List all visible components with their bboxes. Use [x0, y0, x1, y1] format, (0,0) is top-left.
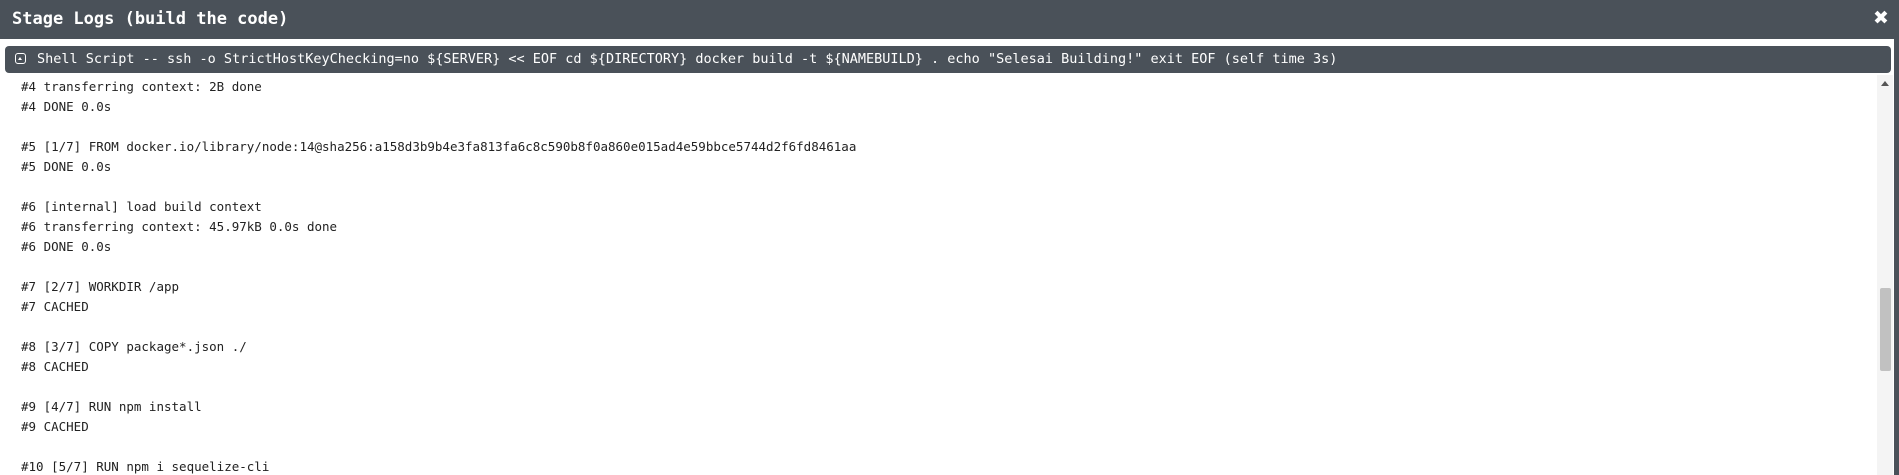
log-line: #9 [4/7] RUN npm install [21, 399, 202, 414]
collapse-icon[interactable] [15, 53, 26, 64]
log-line: #7 CACHED [21, 299, 89, 314]
scrollbar-thumb[interactable] [1880, 288, 1891, 371]
log-line: #6 DONE 0.0s [21, 239, 112, 254]
log-output: #4 transferring context: 2B done #4 DONE… [0, 75, 1880, 475]
close-icon[interactable]: ✖ [1871, 6, 1891, 30]
step-header[interactable]: Shell Script -- ssh -o StrictHostKeyChec… [5, 46, 1891, 73]
log-line: #6 transferring context: 45.97kB 0.0s do… [21, 219, 338, 234]
log-scrollbar[interactable] [1877, 75, 1893, 475]
log-line: #10 [5/7] RUN npm i sequelize-cli [21, 459, 270, 474]
modal-right-border [1894, 0, 1899, 475]
step-command-text: Shell Script -- ssh -o StrictHostKeyChec… [37, 51, 1338, 67]
log-line: #5 [1/7] FROM docker.io/library/node:14@… [21, 139, 857, 154]
log-line: #6 [internal] load build context [21, 199, 262, 214]
log-line: #9 CACHED [21, 419, 89, 434]
stage-logs-modal: Stage Logs (build the code) ✖ Shell Scri… [0, 0, 1899, 475]
log-line: #4 transferring context: 2B done [21, 79, 262, 94]
modal-titlebar: Stage Logs (build the code) ✖ [0, 0, 1899, 39]
log-line: #8 CACHED [21, 359, 89, 374]
log-line: #4 DONE 0.0s [21, 99, 112, 114]
log-line: #8 [3/7] COPY package*.json ./ [21, 339, 247, 354]
modal-title: Stage Logs (build the code) [12, 9, 289, 29]
log-line: #5 DONE 0.0s [21, 159, 112, 174]
scroll-up-arrow-icon[interactable] [1881, 81, 1889, 86]
log-line: #7 [2/7] WORKDIR /app [21, 279, 180, 294]
